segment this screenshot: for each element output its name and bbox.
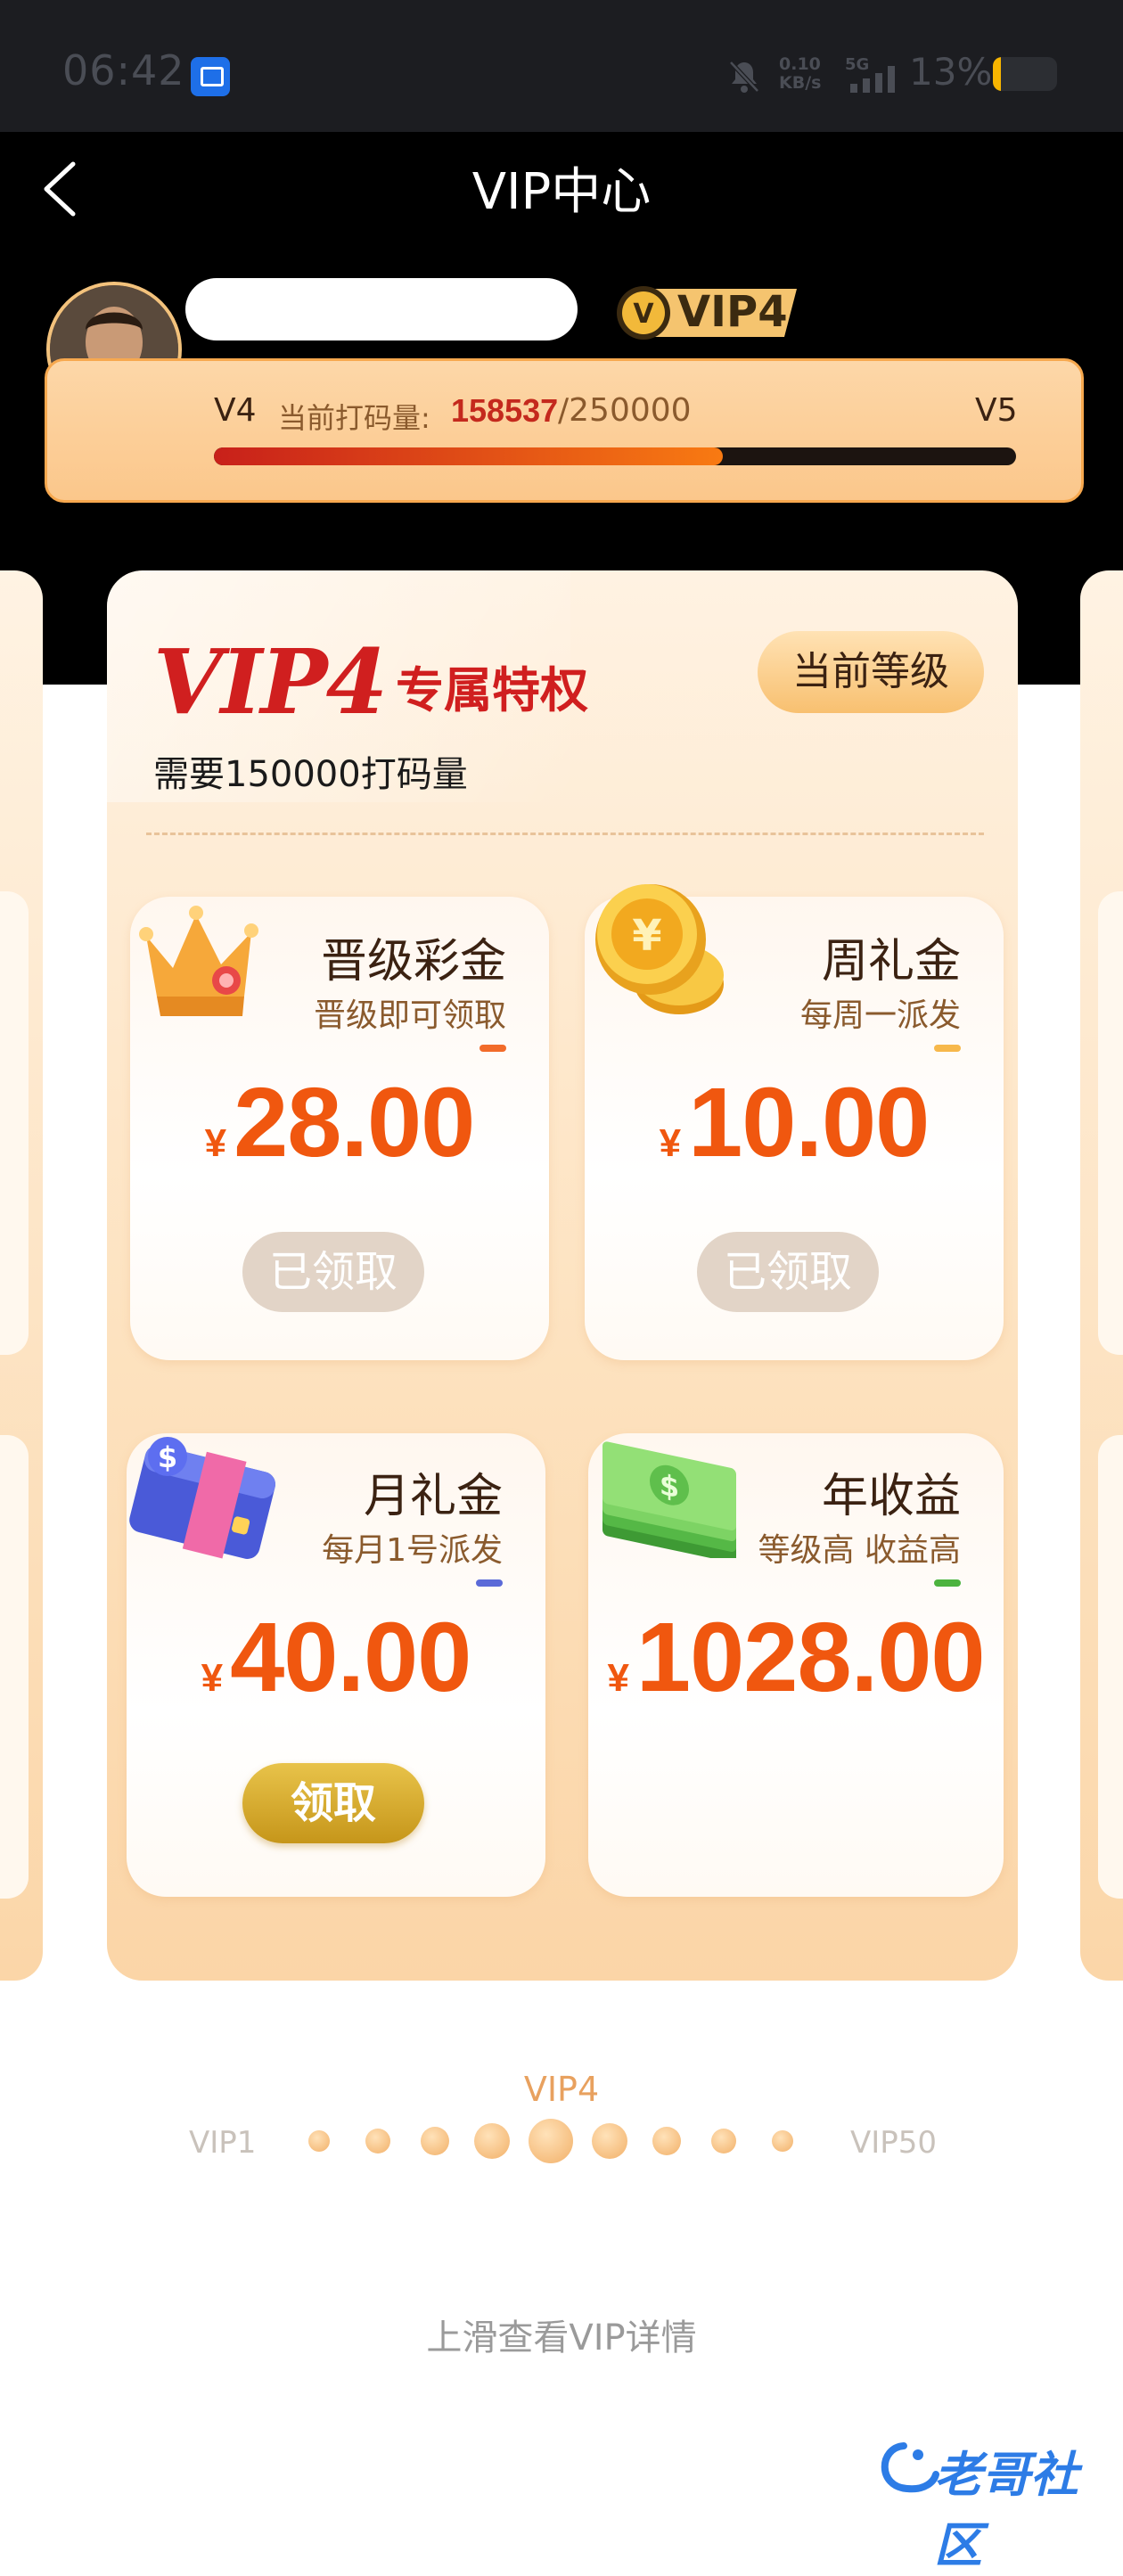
benefit-accent-bar (934, 1045, 961, 1052)
benefit-amount: ¥1028.00 (607, 1603, 985, 1712)
progress-current: 158537 (451, 392, 559, 429)
claimed-button[interactable]: 已领取 (242, 1232, 424, 1312)
benefit-accent-bar (476, 1579, 503, 1587)
benefit-title: 周礼金 (821, 935, 961, 989)
battery-percent: 13% (909, 50, 993, 94)
level-selector-max: VIP50 (850, 2125, 938, 2161)
benefit-title: 年收益 (821, 1470, 961, 1523)
level-dot[interactable] (772, 2130, 793, 2152)
level-dot[interactable] (529, 2119, 573, 2163)
progress-to-level: V5 (975, 392, 1018, 429)
level-dot[interactable] (652, 2127, 681, 2155)
divider (146, 833, 984, 835)
benefit-subtitle: 晋级即可领取 (313, 997, 506, 1034)
vip-badge-label: VIP4 (677, 287, 788, 337)
benefit-title: 晋级彩金 (320, 935, 506, 989)
svg-text:$: $ (158, 1440, 177, 1474)
prev-card-benefit (0, 891, 29, 1355)
svg-text:V: V (633, 299, 654, 330)
next-card-benefit (1098, 891, 1123, 1355)
benefit-subtitle: 等级高 收益高 (758, 1532, 961, 1569)
battery-icon (993, 57, 1057, 91)
network-speed: 0.10 KB/s (779, 54, 822, 93)
app-notification-icon (191, 57, 230, 96)
level-selector-current: VIP4 (523, 2070, 600, 2109)
svg-text:¥: ¥ (632, 911, 661, 961)
claim-button[interactable]: 领取 (242, 1763, 424, 1843)
progress-bar-fill (214, 447, 723, 465)
watermark-text: 老哥社区 (934, 2447, 1078, 2573)
level-dot[interactable] (365, 2129, 390, 2154)
level-dot[interactable] (592, 2123, 627, 2159)
benefit-accent-bar (934, 1579, 961, 1587)
prev-card-benefit (0, 1435, 29, 1899)
benefit-amount: ¥28.00 (204, 1068, 476, 1177)
vip-level-logo: VIP4 (153, 629, 388, 734)
level-dot[interactable] (308, 2130, 330, 2152)
benefit-amount: ¥10.00 (659, 1068, 930, 1177)
vip-privilege-title: 专属特权 (396, 662, 588, 718)
level-requirement: 需要150000打码量 (153, 754, 468, 795)
benefit-accent-bar (480, 1045, 506, 1052)
current-level-button[interactable]: 当前等级 (758, 631, 984, 713)
benefit-subtitle: 每月1号派发 (322, 1532, 503, 1569)
progress-label: 当前打码量: (278, 401, 430, 435)
benefit-title: 月礼金 (363, 1470, 503, 1523)
mute-bell-icon (729, 61, 759, 93)
progress-bar (214, 447, 1016, 465)
crown-icon (139, 906, 258, 1016)
status-time: 06:42 (62, 46, 185, 94)
benefit-subtitle: 每周一派发 (799, 997, 961, 1034)
level-selector-min: VIP1 (189, 2125, 257, 2161)
claimed-button[interactable]: 已领取 (697, 1232, 879, 1312)
level-dot[interactable] (474, 2123, 510, 2159)
level-dot[interactable] (711, 2129, 736, 2154)
swipe-hint: 上滑查看VIP详情 (426, 2318, 697, 2359)
level-progress-card (45, 358, 1084, 503)
next-card-benefit (1098, 1435, 1123, 1899)
network-type: 5G (845, 55, 869, 74)
username-redacted (185, 278, 578, 340)
benefit-amount: ¥40.00 (201, 1603, 472, 1712)
page-title: VIP中心 (471, 163, 652, 221)
coins-icon: ¥ (595, 884, 724, 1014)
progress-from-level: V4 (214, 392, 257, 429)
level-dot[interactable] (421, 2127, 449, 2155)
signal-icon: 5G (845, 55, 895, 93)
progress-total: /250000 (558, 392, 692, 429)
svg-text:$: $ (660, 1467, 679, 1505)
